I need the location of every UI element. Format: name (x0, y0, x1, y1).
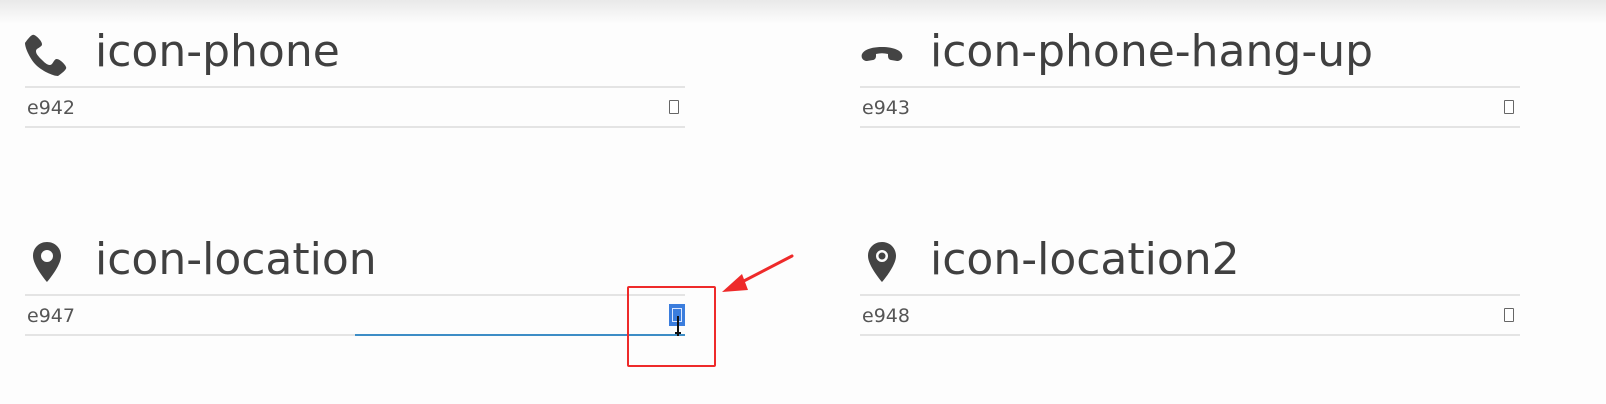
phone-hang-up-icon (860, 32, 904, 76)
glyph-header: icon-location2 (860, 230, 1520, 294)
phone-icon (25, 32, 69, 76)
glyph-card-location: icon-location e947 (25, 230, 685, 350)
glyph-code-field[interactable]: e948 (860, 294, 1520, 336)
top-shadow (0, 0, 1606, 24)
glyph-preview-box (669, 100, 679, 114)
glyph-name: icon-phone-hang-up (930, 26, 1374, 77)
glyph-code-value: e947 (27, 305, 75, 327)
location-icon (25, 240, 69, 284)
annotation-highlight-box (627, 286, 716, 367)
glyph-preview-box (1504, 308, 1514, 322)
glyph-card-phone: icon-phone e942 (25, 22, 685, 142)
glyph-name: icon-phone (95, 26, 340, 77)
location2-icon (860, 240, 904, 284)
glyph-card-phone-hang-up: icon-phone-hang-up e943 (860, 22, 1520, 142)
glyph-code-field[interactable]: e942 (25, 86, 685, 128)
glyph-card-location2: icon-location2 e948 (860, 230, 1520, 350)
glyph-header: icon-phone-hang-up (860, 22, 1520, 86)
glyph-code-value: e942 (27, 97, 75, 119)
glyph-code-field[interactable]: e943 (860, 86, 1520, 128)
glyph-code-value: e943 (862, 97, 910, 119)
glyph-code-field-focused[interactable]: e947 (25, 294, 685, 336)
glyph-preview-box (1504, 100, 1514, 114)
glyph-header: icon-location (25, 230, 685, 294)
glyph-header: icon-phone (25, 22, 685, 86)
glyph-code-value: e948 (862, 305, 910, 327)
glyph-name: icon-location2 (930, 234, 1240, 285)
glyph-name: icon-location (95, 234, 377, 285)
